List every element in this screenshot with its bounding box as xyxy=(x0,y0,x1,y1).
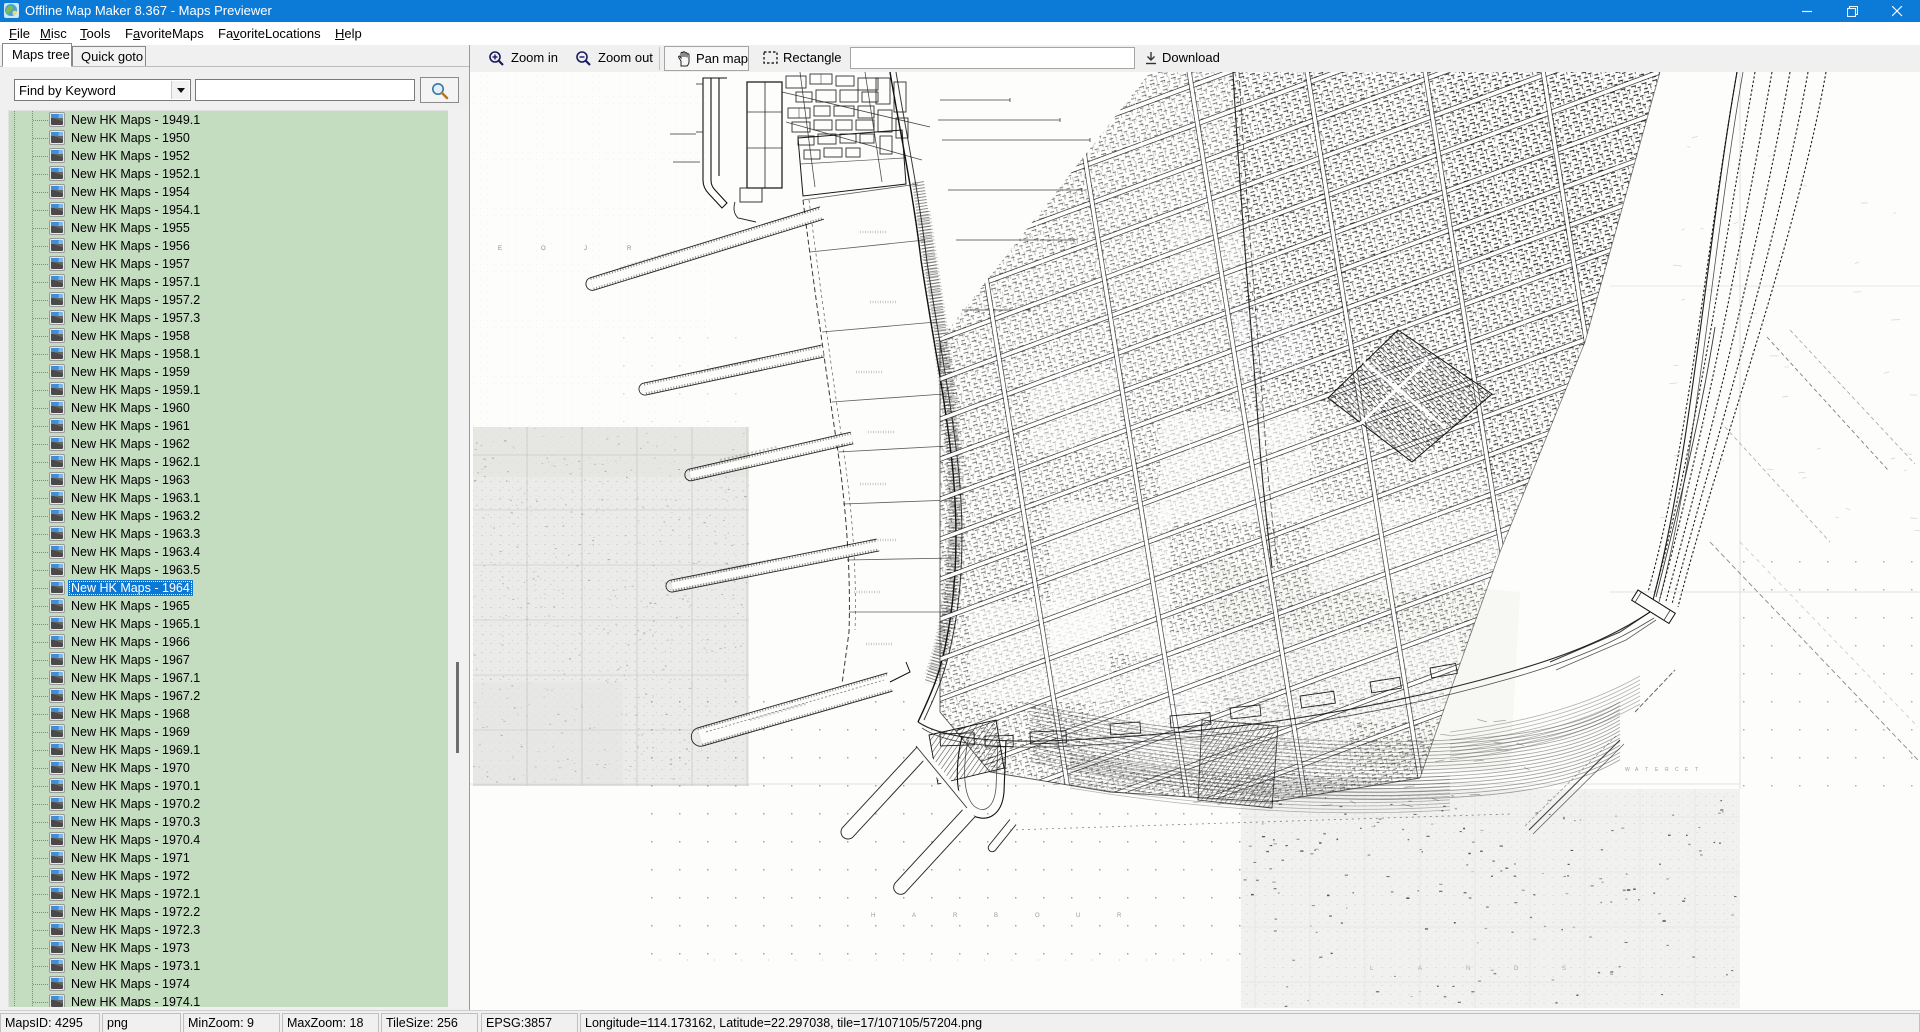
svg-text:T: T xyxy=(1695,767,1698,773)
svg-text:A: A xyxy=(912,913,916,919)
svg-text:D: D xyxy=(1514,966,1519,972)
svg-text:B: B xyxy=(994,913,998,919)
svg-text:R: R xyxy=(953,913,958,919)
svg-text:C: C xyxy=(1675,767,1679,773)
svg-text:U: U xyxy=(1076,913,1080,919)
svg-text:R: R xyxy=(1665,767,1669,773)
svg-text:N: N xyxy=(1466,966,1470,972)
svg-text:R: R xyxy=(627,246,632,252)
svg-text:E: E xyxy=(498,246,502,252)
svg-text:A: A xyxy=(1418,966,1422,972)
svg-text:O: O xyxy=(541,246,546,252)
svg-text:R: R xyxy=(1117,913,1122,919)
svg-text:S: S xyxy=(1562,966,1566,972)
svg-text:H: H xyxy=(871,913,875,919)
svg-text:O: O xyxy=(1035,913,1040,919)
svg-text:W: W xyxy=(1625,767,1630,773)
svg-text:T: T xyxy=(1645,767,1648,773)
svg-text:J: J xyxy=(584,246,587,252)
